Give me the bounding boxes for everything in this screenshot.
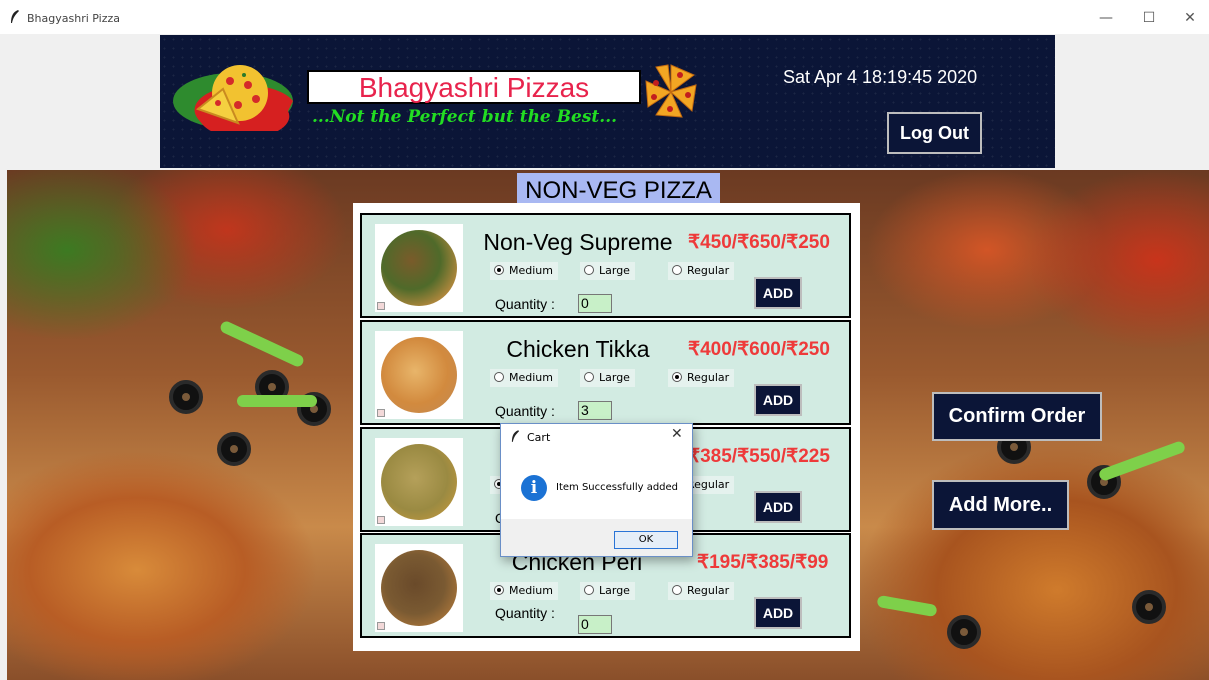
feather-icon [11,10,19,23]
size-radio-large[interactable]: Large [580,582,635,600]
dialog-close-button[interactable]: ✕ [671,426,683,442]
pepper-decoration [218,319,306,369]
pizza-thumbnail [375,224,463,312]
olive-decoration [1132,590,1166,624]
pizza-image [381,230,457,306]
resize-icon [377,622,385,630]
size-radio-regular[interactable]: Regular [668,582,735,600]
pizza-card: Non-Veg Supreme ₹450/₹650/₹250 Medium La… [360,213,851,318]
radio-icon [494,372,504,382]
maximize-button[interactable]: ☐ [1139,8,1159,28]
pizza-name: Chicken Tikka [506,336,650,362]
brand-tagline: ...Not the Perfect but the Best... [312,107,618,127]
close-button[interactable]: ✕ [1180,8,1200,28]
dialog-title: Cart [527,431,551,444]
radio-icon [672,585,682,595]
size-radio-large[interactable]: Large [580,262,635,280]
pepper-decoration [1097,439,1187,483]
header-banner: Bhagyashri Pizzas ...Not the Perfect but… [160,35,1055,168]
pizza-name: Non-Veg Supreme [483,229,673,255]
pizza-image [381,550,457,626]
radio-icon [672,265,682,275]
pizza-thumbnail [375,438,463,526]
dialog-message: Item Successfully added [556,482,679,493]
radio-icon [494,265,504,275]
radio-icon [672,372,682,382]
pizza-image [381,444,457,520]
info-icon: i [521,475,547,501]
add-button[interactable]: ADD [754,277,802,309]
dialog-footer: OK [501,519,692,556]
ok-button[interactable]: OK [614,531,678,549]
resize-icon [377,302,385,310]
size-radio-medium[interactable]: Medium [490,369,558,387]
pizza-thumbnail [375,331,463,419]
olive-decoration [169,380,203,414]
header-datetime: Sat Apr 4 18:19:45 2020 [783,67,978,87]
quantity-label: Quantity : [495,605,555,621]
add-button[interactable]: ADD [754,597,802,629]
pizza-slices-icon [645,64,697,118]
window-title: Bhagyashri Pizza [27,12,121,25]
brand-name: Bhagyashri Pizzas [358,72,590,103]
brand-box: Bhagyashri Pizzas [307,70,641,104]
window-titlebar: Bhagyashri Pizza — ☐ ✕ [0,0,1209,34]
radio-icon [584,372,594,382]
confirm-order-button[interactable]: Confirm Order [932,392,1102,441]
add-button[interactable]: ADD [754,384,802,416]
radio-icon [584,585,594,595]
pizza-price: ₹195/₹385/₹99 [697,552,829,573]
size-radio-medium[interactable]: Medium [490,582,558,600]
olive-decoration [217,432,251,466]
cart-dialog: Cart ✕ i Item Successfully added OK [500,423,693,557]
olive-decoration [947,615,981,649]
pizza-price: ₹385/₹550/₹225 [688,446,830,467]
pizza-logo-icon [173,65,293,131]
pizza-price: ₹450/₹650/₹250 [688,232,830,253]
logout-button[interactable]: Log Out [887,112,982,154]
size-radio-large[interactable]: Large [580,369,635,387]
feather-icon [511,430,520,442]
size-radio-medium[interactable]: Medium [490,262,558,280]
pizza-price: ₹400/₹600/₹250 [688,339,830,360]
pizza-thumbnail [375,544,463,632]
size-radio-regular[interactable]: Regular [668,262,735,280]
pepper-decoration [876,594,938,618]
resize-icon [377,516,385,524]
pizza-image [381,337,457,413]
radio-icon [494,585,504,595]
pepper-decoration [237,395,317,407]
pizza-card: Chicken Tikka ₹400/₹600/₹250 Medium Larg… [360,320,851,425]
radio-icon [584,265,594,275]
quantity-input[interactable]: 0 [578,294,612,313]
quantity-input[interactable]: 3 [578,401,612,420]
quantity-label: Quantity : [495,296,555,312]
size-radio-regular[interactable]: Regular [668,369,735,387]
quantity-label: Quantity : [495,403,555,419]
quantity-input[interactable]: 0 [578,615,612,634]
add-button[interactable]: ADD [754,491,802,523]
add-more-button[interactable]: Add More.. [932,480,1069,530]
resize-icon [377,409,385,417]
minimize-button[interactable]: — [1096,8,1116,28]
